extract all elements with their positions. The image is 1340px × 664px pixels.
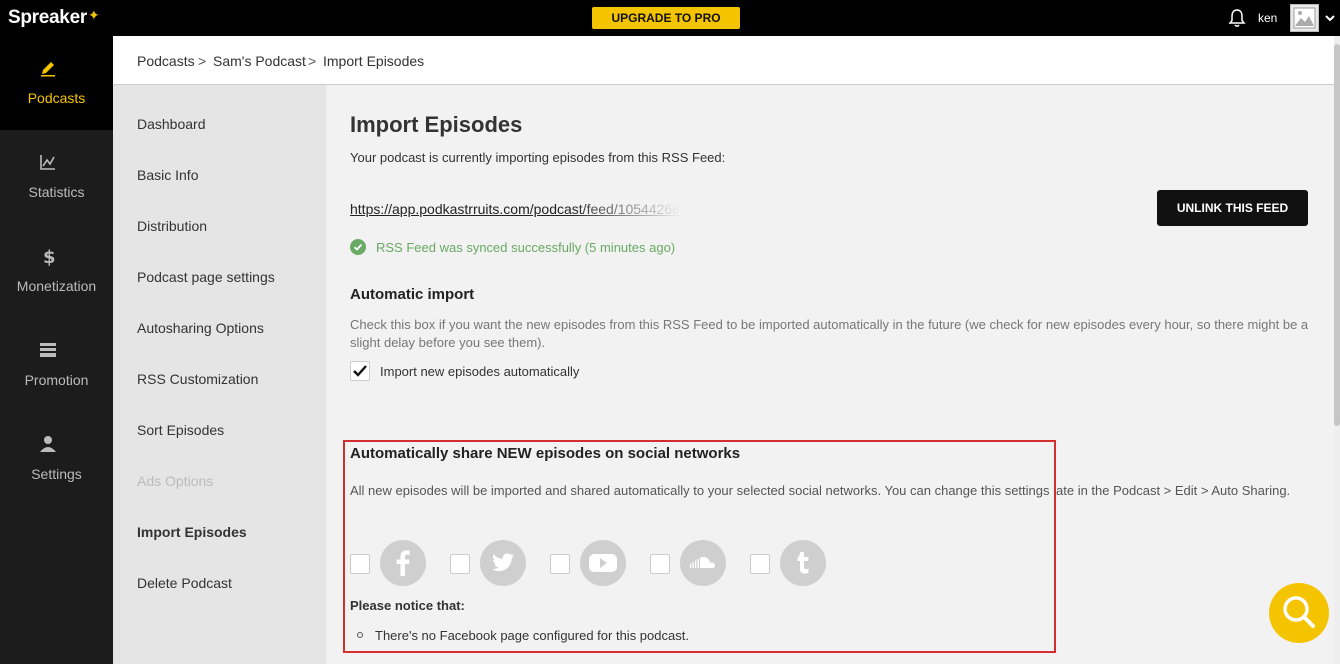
spreaker-logo[interactable]: Spreaker✦ (8, 7, 100, 29)
page-scrollbar[interactable] (1334, 36, 1340, 664)
podcast-subnav: Dashboard Basic Info Distribution Podcas… (113, 85, 326, 664)
page-subtitle: Your podcast is currently importing epis… (350, 150, 726, 165)
subnav-basic-info[interactable]: Basic Info (137, 167, 198, 183)
avatar[interactable] (1290, 4, 1319, 32)
search-help-button[interactable] (1269, 583, 1329, 643)
scrollbar-thumb[interactable] (1334, 44, 1340, 426)
username[interactable]: ken (1258, 11, 1277, 25)
sync-status: RSS Feed was synced successfully (5 minu… (350, 239, 675, 255)
auto-import-checkbox[interactable] (350, 361, 370, 381)
nav-item-settings[interactable]: Settings (0, 412, 113, 506)
svg-text:$: $ (43, 247, 56, 266)
subnav-sort-episodes[interactable]: Sort Episodes (137, 422, 224, 438)
subnav-distribution[interactable]: Distribution (137, 218, 207, 234)
promotion-icon (40, 343, 56, 357)
breadcrumb: Podcasts > Sam's Podcast > Import Episod… (113, 36, 1335, 85)
auto-import-heading: Automatic import (350, 286, 475, 303)
nav-item-label: Promotion (24, 372, 89, 388)
breadcrumb-current: Import Episodes (323, 53, 425, 69)
checkmark-icon (353, 365, 367, 377)
chart-icon (40, 155, 55, 170)
auto-import-label: Import new episodes automatically (380, 363, 580, 379)
breadcrumb-separator: > (198, 53, 207, 69)
subnav-autosharing-options[interactable]: Autosharing Options (137, 320, 264, 336)
subnav-import-episodes[interactable]: Import Episodes (137, 524, 247, 540)
auto-import-row: Import new episodes automatically (350, 361, 579, 381)
page-title: Import Episodes (350, 112, 523, 137)
subnav-delete-podcast[interactable]: Delete Podcast (137, 575, 232, 591)
share-section-highlight (343, 440, 1056, 653)
nav-item-promotion[interactable]: Promotion (0, 318, 113, 412)
star-icon: ✦ (87, 7, 100, 23)
upgrade-button[interactable]: UPGRADE TO PRO (592, 7, 740, 29)
bell-icon[interactable] (1228, 8, 1246, 28)
rss-feed-link[interactable]: https://app.podkastrruits.com/podcast/fe… (350, 201, 730, 217)
breadcrumb-podcast[interactable]: Sam's Podcast (213, 53, 306, 69)
subnav-rss-customization[interactable]: RSS Customization (137, 371, 258, 387)
subnav-dashboard[interactable]: Dashboard (137, 116, 206, 132)
breadcrumb-separator: > (308, 53, 317, 69)
sync-status-text: RSS Feed was synced successfully (5 minu… (376, 240, 676, 255)
main-sidebar: Podcasts Statistics $ Monetization Promo… (0, 36, 113, 664)
subnav-ads-options: Ads Options (137, 473, 214, 489)
top-bar: Spreaker✦ UPGRADE TO PRO ken (0, 0, 1340, 36)
chevron-down-icon[interactable] (1325, 13, 1335, 23)
auto-import-description: Check this box if you want the new episo… (350, 317, 1309, 350)
nav-item-label: Settings (31, 466, 82, 482)
nav-item-label: Podcasts (27, 90, 86, 106)
unlink-feed-button[interactable]: UNLINK THIS FEED (1157, 190, 1308, 226)
nav-item-statistics[interactable]: Statistics (0, 130, 113, 224)
image-placeholder-icon (1293, 7, 1316, 29)
nav-item-podcasts[interactable]: Podcasts (0, 36, 113, 130)
pencil-icon (41, 62, 55, 77)
nav-item-label: Statistics (28, 184, 85, 200)
breadcrumb-podcasts[interactable]: Podcasts (137, 53, 195, 69)
search-icon (1283, 596, 1315, 628)
nav-item-label: Monetization (16, 278, 97, 294)
dollar-icon: $ (43, 247, 56, 266)
check-circle-icon (350, 239, 366, 255)
subnav-podcast-page-settings[interactable]: Podcast page settings (137, 269, 275, 285)
user-icon (40, 436, 56, 452)
nav-item-monetization[interactable]: $ Monetization (0, 224, 113, 318)
